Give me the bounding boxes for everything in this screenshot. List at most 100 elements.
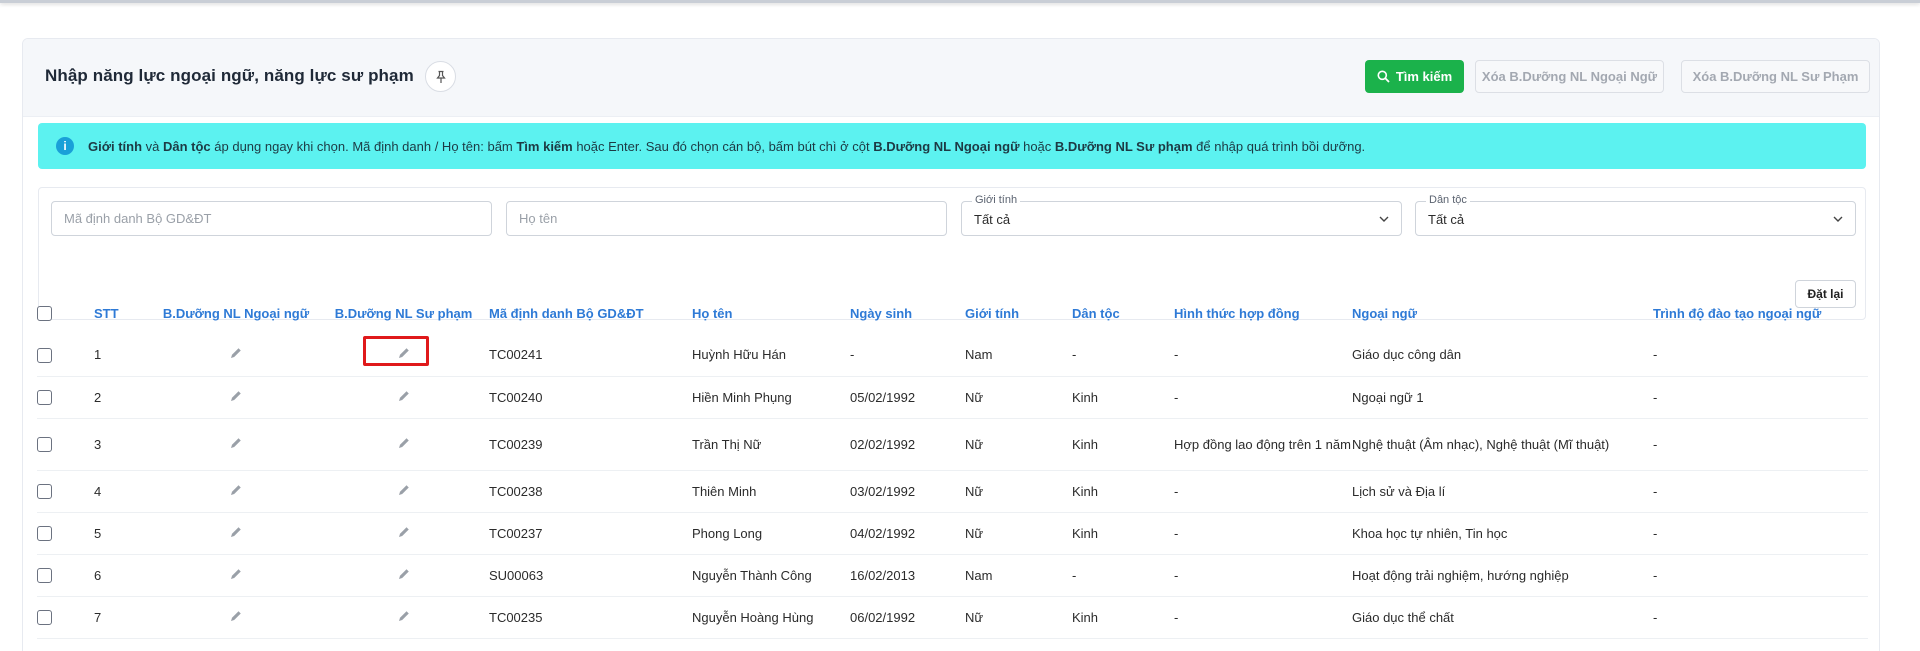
id-field[interactable] xyxy=(51,201,492,236)
table-row[interactable]: 4 TC00238 Thiên Minh 03/02/1992 Nữ Kinh - Lịch … xyxy=(37,470,1868,513)
cell-ethnic: Kinh xyxy=(1072,596,1174,639)
cell-dob: 03/02/1992 xyxy=(850,470,965,513)
card-header: Nhập năng lực ngoại ngữ, năng lực sư phạ… xyxy=(23,39,1879,117)
edit-foreign-language-icon[interactable] xyxy=(228,608,244,627)
info-icon: i xyxy=(56,137,74,155)
row-checkbox[interactable] xyxy=(37,484,52,500)
column-header[interactable]: Ngày sinh xyxy=(850,292,965,334)
cell-ethnic: Kinh xyxy=(1072,418,1174,471)
table-row[interactable]: 3 TC00239 Trần Thị Nữ 02/02/1992 Nữ Kinh Hợp đ… xyxy=(37,418,1868,471)
cell-stt: 4 xyxy=(94,470,150,513)
column-header[interactable]: B.Dưỡng NL Sư phạm xyxy=(322,292,485,334)
search-button[interactable]: Tìm kiếm xyxy=(1365,60,1464,93)
cell-ethnic: Kinh xyxy=(1072,470,1174,513)
cell-name: Nguyễn Hoàng Hùng xyxy=(692,596,850,639)
cell-gender: Nữ xyxy=(965,418,1072,471)
cell-level: - xyxy=(1653,512,1868,555)
gender-select[interactable]: Giới tính Tất cả xyxy=(961,194,1402,236)
cell-stt: 1 xyxy=(94,334,150,377)
name-field[interactable] xyxy=(506,201,947,236)
row-checkbox[interactable] xyxy=(37,437,52,453)
column-header[interactable]: B.Dưỡng NL Ngoại ngữ xyxy=(150,292,322,334)
table-row[interactable]: 5 TC00237 Phong Long 04/02/1992 Nữ Kinh - Khoa … xyxy=(37,512,1868,555)
cell-stt: 3 xyxy=(94,418,150,471)
cell-stt: 6 xyxy=(94,554,150,597)
cell-dob: - xyxy=(850,334,965,377)
top-bar xyxy=(0,0,1920,3)
gender-select-value: Tất cả xyxy=(974,212,1011,227)
pin-icon xyxy=(435,70,446,83)
delete-pedagogy-button[interactable]: Xóa B.Dưỡng NL Sư Phạm xyxy=(1681,60,1870,93)
column-header[interactable]: Mã định danh Bộ GD&ĐT xyxy=(485,292,692,334)
cell-dob: 06/02/1992 xyxy=(850,596,965,639)
cell-contract: - xyxy=(1174,512,1352,555)
edit-pedagogy-icon[interactable] xyxy=(396,435,412,454)
column-header[interactable]: Hình thức hợp đồng xyxy=(1174,292,1352,334)
ethnic-select-value: Tất cả xyxy=(1428,212,1465,227)
cell-name: Phong Long xyxy=(692,512,850,555)
name-search-input[interactable] xyxy=(507,202,946,235)
edit-pedagogy-icon[interactable] xyxy=(396,566,412,585)
edit-pedagogy-icon[interactable] xyxy=(396,388,412,407)
table-row[interactable]: 6 SU00063 Nguyễn Thành Công 16/02/2013 Nam - -… xyxy=(37,554,1868,597)
cell-contract: - xyxy=(1174,376,1352,419)
cell-id: TC00240 xyxy=(485,376,692,419)
edit-foreign-language-icon[interactable] xyxy=(228,345,244,364)
cell-language: Giáo dục công dân xyxy=(1352,334,1653,377)
table-row[interactable]: 7 TC00235 Nguyễn Hoàng Hùng 06/02/1992 Nữ Kin… xyxy=(37,596,1868,639)
select-all-checkbox[interactable] xyxy=(37,306,52,322)
row-checkbox[interactable] xyxy=(37,526,52,542)
page-title: Nhập năng lực ngoại ngữ, năng lực sư phạ… xyxy=(45,66,414,85)
row-checkbox[interactable] xyxy=(37,568,52,584)
table-row[interactable]: 2 TC00240 Hiền Minh Phụng 05/02/1992 Nữ Kinh -… xyxy=(37,376,1868,419)
table-header-row: STT B.Dưỡng NL Ngoại ngữ B.Dưỡng NL Sư p… xyxy=(37,292,1868,334)
cell-ethnic: Kinh xyxy=(1072,376,1174,419)
info-text: Giới tính và Dân tộc áp dụng ngay khi ch… xyxy=(88,138,1366,154)
column-header[interactable]: Ngoại ngữ xyxy=(1352,292,1653,334)
gender-select-label: Giới tính xyxy=(972,194,1021,206)
cell-ethnic: - xyxy=(1072,554,1174,597)
cell-language: Hoạt động trải nghiệm, hướng nghiệp xyxy=(1352,554,1653,597)
edit-foreign-language-icon[interactable] xyxy=(228,435,244,454)
cell-id: TC00238 xyxy=(485,470,692,513)
cell-name: Trần Thị Nữ xyxy=(692,418,850,471)
ethnic-select[interactable]: Dân tộc Tất cả xyxy=(1415,194,1856,236)
edit-pedagogy-icon[interactable] xyxy=(396,345,412,364)
table-row[interactable]: 1 TC00241 Huỳnh Hữu Hán - Nam - - Giáo dục công… xyxy=(37,334,1868,377)
cell-level: - xyxy=(1653,376,1868,419)
edit-pedagogy-icon[interactable] xyxy=(396,482,412,501)
id-search-input[interactable] xyxy=(52,202,491,235)
pin-button[interactable] xyxy=(425,61,456,92)
cell-id: TC00239 xyxy=(485,418,692,471)
column-header[interactable]: Dân tộc xyxy=(1072,292,1174,334)
row-checkbox[interactable] xyxy=(37,390,52,406)
search-icon xyxy=(1377,70,1390,83)
cell-dob: 16/02/2013 xyxy=(850,554,965,597)
edit-pedagogy-icon[interactable] xyxy=(396,524,412,543)
row-checkbox[interactable] xyxy=(37,347,52,363)
info-banner: i Giới tính và Dân tộc áp dụng ngay khi … xyxy=(38,123,1866,169)
cell-name: Hiền Minh Phụng xyxy=(692,376,850,419)
column-header[interactable]: Giới tính xyxy=(965,292,1072,334)
edit-foreign-language-icon[interactable] xyxy=(228,566,244,585)
ethnic-select-label: Dân tộc xyxy=(1426,194,1470,206)
edit-foreign-language-icon[interactable] xyxy=(228,388,244,407)
row-checkbox[interactable] xyxy=(37,610,52,626)
edit-pedagogy-icon[interactable] xyxy=(396,608,412,627)
cell-stt: 7 xyxy=(94,596,150,639)
edit-foreign-language-icon[interactable] xyxy=(228,524,244,543)
column-header[interactable]: Họ tên xyxy=(692,292,850,334)
column-header[interactable]: STT xyxy=(94,292,150,334)
cell-id: TC00235 xyxy=(485,596,692,639)
cell-gender: Nữ xyxy=(965,596,1072,639)
cell-contract: - xyxy=(1174,596,1352,639)
cell-language: Giáo dục thể chất xyxy=(1352,596,1653,639)
chevron-down-icon xyxy=(1833,216,1843,222)
edit-foreign-language-icon[interactable] xyxy=(228,482,244,501)
cell-dob: 04/02/1992 xyxy=(850,512,965,555)
cell-level: - xyxy=(1653,418,1868,471)
cell-contract: Hợp đồng lao động trên 1 năm xyxy=(1174,418,1352,471)
cell-gender: Nam xyxy=(965,334,1072,377)
column-header[interactable]: Trình độ đào tạo ngoại ngữ xyxy=(1653,292,1868,334)
delete-foreign-language-button[interactable]: Xóa B.Dưỡng NL Ngoại Ngữ xyxy=(1475,60,1664,93)
